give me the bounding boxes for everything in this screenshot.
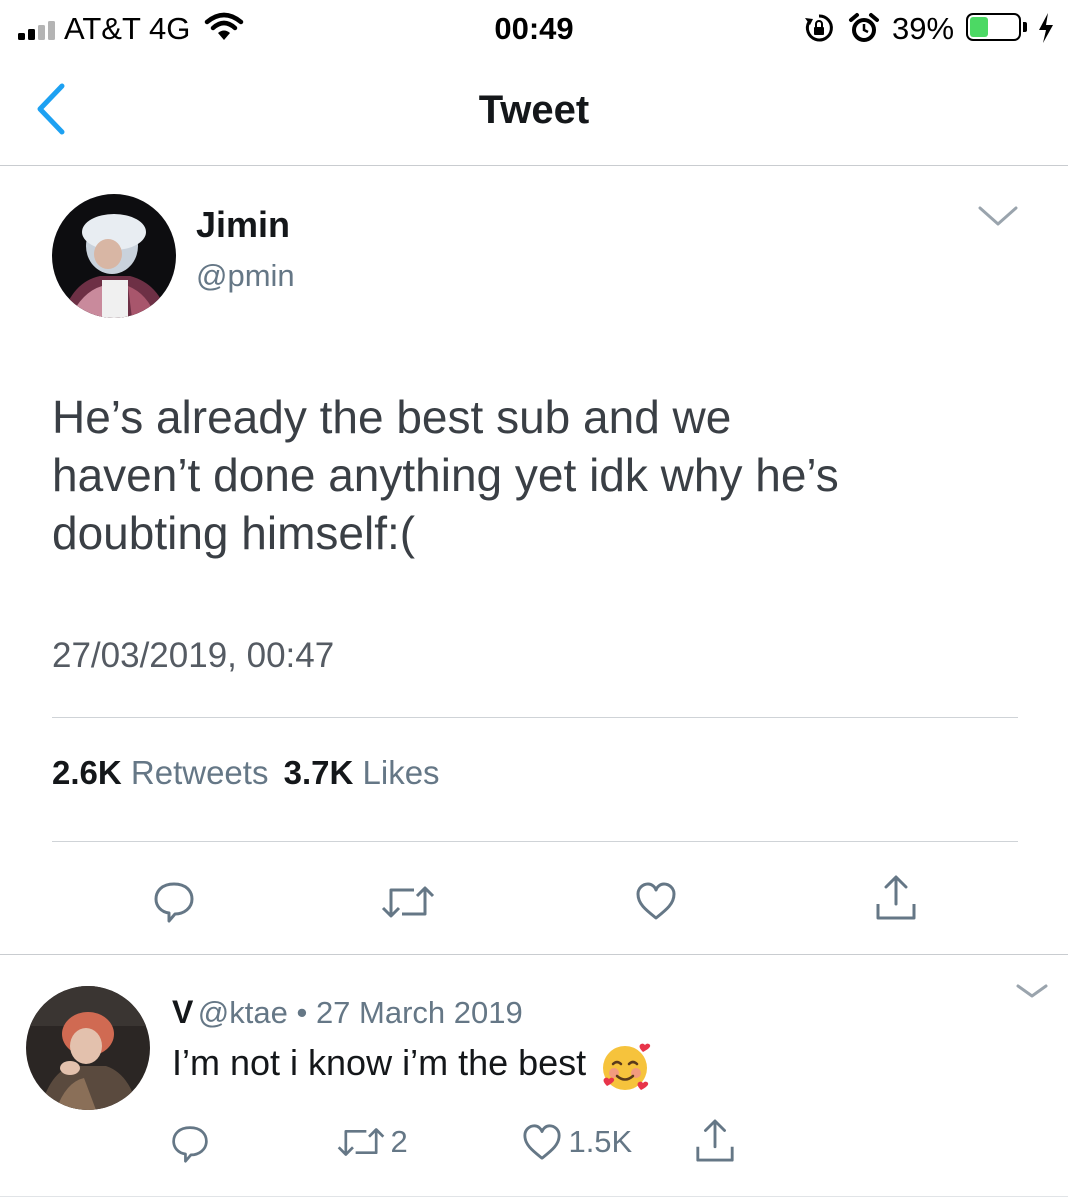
- share-icon[interactable]: [694, 1118, 736, 1164]
- divider: [0, 954, 1068, 955]
- share-icon[interactable]: [874, 874, 918, 922]
- reply-header: V @ktae • 27 March 2019: [172, 994, 523, 1031]
- reply-text-row: I’m not i know i’m the best: [172, 1042, 651, 1099]
- like-icon: [523, 1124, 561, 1160]
- retweet-icon[interactable]: [380, 884, 436, 920]
- alarm-icon: [849, 13, 879, 42]
- tweet-stats: 2.6K Retweets 3.7K Likes: [52, 754, 440, 792]
- battery-nub: [1023, 22, 1027, 32]
- page-title: Tweet: [478, 88, 590, 132]
- likes-label: Likes: [362, 754, 440, 791]
- reply-retweet-count: 2: [390, 1124, 408, 1159]
- divider: [0, 1196, 1068, 1197]
- author-name[interactable]: Jimin: [196, 204, 290, 246]
- tweet-text-line: He’s already the best sub and we: [52, 391, 732, 443]
- reply-like-action[interactable]: 1.5K: [520, 1122, 632, 1162]
- reply-icon[interactable]: [152, 880, 196, 924]
- charging-icon: [1039, 13, 1053, 43]
- tweet-text-line: haven’t done anything yet idk why he’s: [52, 449, 839, 501]
- battery-fill: [970, 17, 989, 37]
- divider: [52, 717, 1018, 718]
- tweet-text: He’s already the best sub and we haven’t…: [52, 388, 1012, 562]
- tweet-timestamp: 27/03/2019, 00:47: [52, 636, 335, 675]
- likes-stat[interactable]: 3.7K Likes: [284, 754, 440, 791]
- like-icon[interactable]: [634, 880, 678, 922]
- author-handle[interactable]: @pmin: [196, 258, 295, 294]
- reply-author-name[interactable]: V: [172, 994, 193, 1030]
- likes-count: 3.7K: [283, 754, 354, 791]
- reply-icon[interactable]: [170, 1124, 210, 1164]
- chevron-down-icon[interactable]: [976, 200, 1020, 230]
- status-bar: AT&T 4G 00:49 39%: [0, 0, 1068, 60]
- reply-like-count: 1.5K: [568, 1124, 633, 1159]
- retweets-label: Retweets: [130, 754, 269, 791]
- avatar[interactable]: [52, 194, 176, 318]
- reply-retweet-action[interactable]: 2: [336, 1124, 408, 1160]
- battery-icon: [966, 13, 1021, 41]
- smiling-face-with-hearts-icon: [599, 1042, 651, 1099]
- retweet-icon: [337, 1128, 385, 1156]
- tweet-text-line: doubting himself:(: [52, 507, 416, 559]
- reply-text: I’m not i know i’m the best: [172, 1042, 587, 1083]
- chevron-down-icon[interactable]: [1014, 978, 1050, 1002]
- reply-avatar[interactable]: [26, 986, 150, 1110]
- nav-bar: Tweet: [0, 60, 1068, 166]
- retweets-stat[interactable]: 2.6K Retweets: [52, 754, 278, 791]
- retweets-count: 2.6K: [52, 754, 122, 791]
- orientation-lock-icon: [805, 14, 833, 42]
- divider: [52, 841, 1018, 842]
- battery-percent: 39%: [892, 11, 955, 46]
- reply-meta: @ktae • 27 March 2019: [197, 995, 523, 1030]
